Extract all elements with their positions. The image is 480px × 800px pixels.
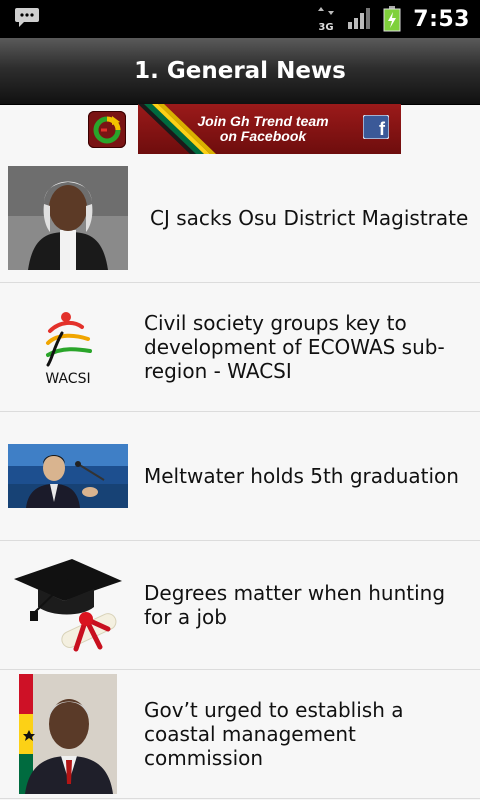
- news-item[interactable]: CJ sacks Osu District Magistrate: [0, 154, 480, 283]
- news-title: Degrees matter when hunting for a job: [144, 581, 446, 629]
- facebook-banner[interactable]: Join Gh Trend team on Facebook f: [88, 104, 401, 154]
- news-item[interactable]: WACSI Civil society groups key to develo…: [0, 283, 480, 412]
- news-thumbnail: [8, 444, 128, 508]
- president-portrait-image: [19, 674, 117, 794]
- news-title: Civil society groups key to development …: [144, 311, 445, 383]
- wacsi-logo-text: WACSI: [45, 371, 90, 387]
- banner-text-line1: Join Gh Trend team: [197, 113, 329, 129]
- network-type-label: 3G: [319, 22, 334, 32]
- status-clock: 7:53: [413, 6, 470, 32]
- title-bar: 1. General News: [0, 38, 480, 105]
- news-thumbnail: [8, 166, 128, 270]
- news-thumbnail: [8, 555, 128, 655]
- network-3g-icon: 3G: [318, 7, 335, 32]
- status-icons: 3G 7:53: [317, 0, 470, 38]
- news-item[interactable]: Gov’t urged to establish a coastal manag…: [0, 670, 480, 799]
- news-thumbnail: WACSI: [8, 303, 128, 391]
- judge-portrait-image: [8, 166, 128, 270]
- graduation-cap-image: [8, 555, 128, 655]
- facebook-icon: f: [363, 115, 389, 139]
- speaker-photo-image: [8, 444, 128, 508]
- banner-text-line2: on Facebook: [219, 128, 307, 144]
- status-bar: 3G 7:53: [0, 0, 480, 38]
- banner-text: Join Gh Trend team on Facebook: [168, 114, 358, 144]
- news-title: Meltwater holds 5th graduation: [144, 464, 459, 488]
- signal-strength-icon: [348, 8, 371, 29]
- app-logo-icon: [88, 111, 126, 148]
- news-thumbnail: [19, 674, 117, 794]
- wacsi-logo-image: WACSI: [8, 303, 128, 391]
- banner-ad[interactable]: Join Gh Trend team on Facebook f: [138, 104, 401, 154]
- news-list: CJ sacks Osu District Magistrate WACSI C…: [0, 154, 480, 799]
- news-item[interactable]: Degrees matter when hunting for a job: [0, 541, 480, 670]
- news-title: CJ sacks Osu District Magistrate: [150, 206, 469, 230]
- news-item[interactable]: Meltwater holds 5th graduation: [0, 412, 480, 541]
- message-notification-icon[interactable]: [14, 7, 40, 27]
- battery-charging-icon: [383, 6, 401, 32]
- page-title: 1. General News: [134, 58, 346, 84]
- news-title: Gov’t urged to establish a coastal manag…: [144, 698, 404, 770]
- facebook-glyph: f: [379, 119, 386, 139]
